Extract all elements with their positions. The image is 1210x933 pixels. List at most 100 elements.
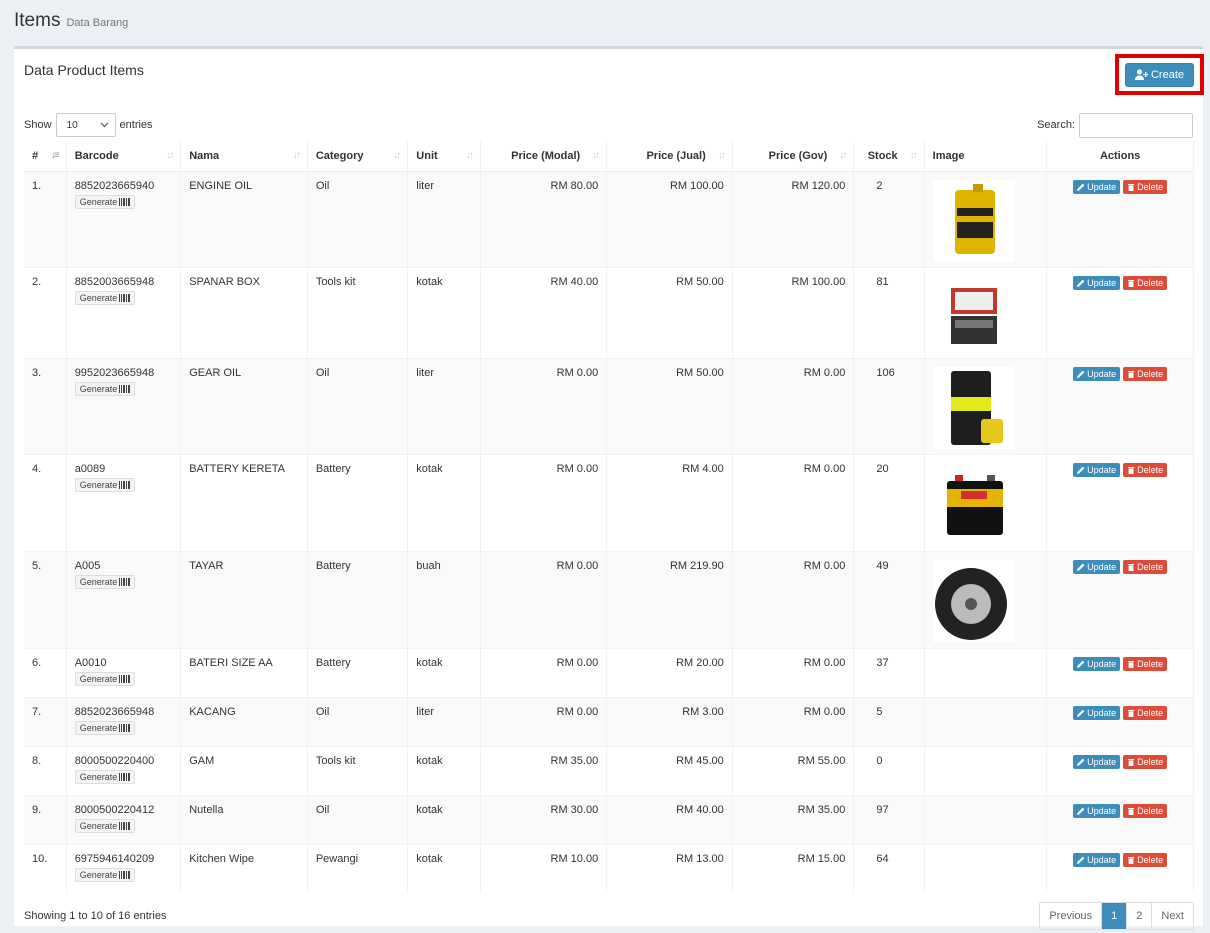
update-button[interactable]: Update xyxy=(1073,366,1121,381)
table-row: 3. 9952023665948 Generate GEAR OIL Oil liter R… xyxy=(24,357,1194,454)
cell-price-jual: RM 50.00 xyxy=(606,266,733,358)
cell-actions: Update Delete xyxy=(1046,696,1194,746)
cell-nama: Kitchen Wipe xyxy=(180,843,308,893)
trash-icon xyxy=(1128,807,1135,815)
barcode-icon xyxy=(119,577,131,586)
items-table: # ↓≡ Barcode ↓↑ Nama ↓↑ Category ↓↑ Unit ↓↑ P… xyxy=(24,141,1194,893)
delete-label: Delete xyxy=(1137,805,1164,816)
cell-image xyxy=(924,357,1048,454)
cell-nama: ENGINE OIL xyxy=(180,170,308,267)
cell-price-gov: RM 0.00 xyxy=(732,550,855,648)
search-input[interactable] xyxy=(1079,112,1193,138)
barcode-value: 8852023665948 xyxy=(74,705,155,718)
sort-icon: ↓↑ xyxy=(465,150,474,161)
generate-barcode-button[interactable]: Generate xyxy=(74,194,136,209)
generate-barcode-button[interactable]: Generate xyxy=(74,290,136,305)
delete-button[interactable]: Delete xyxy=(1123,803,1168,818)
pencil-icon xyxy=(1077,856,1085,864)
page-next[interactable]: Next xyxy=(1151,903,1193,929)
delete-button[interactable]: Delete xyxy=(1123,559,1168,574)
col-no[interactable]: # ↓≡ xyxy=(24,141,67,172)
generate-label: Generate xyxy=(79,820,118,831)
barcode-icon xyxy=(119,870,131,879)
generate-barcode-button[interactable]: Generate xyxy=(74,671,136,686)
trash-icon xyxy=(1128,279,1135,287)
cell-category: Battery xyxy=(307,453,409,551)
delete-button[interactable]: Delete xyxy=(1123,754,1168,769)
delete-label: Delete xyxy=(1137,561,1164,572)
cell-stock: 106 xyxy=(853,357,925,454)
cell-image xyxy=(924,696,1048,746)
col-category[interactable]: Category ↓↑ xyxy=(307,141,409,172)
update-button[interactable]: Update xyxy=(1073,275,1121,290)
pencil-icon xyxy=(1077,660,1085,668)
search-group: Search: xyxy=(1037,112,1193,138)
pencil-icon xyxy=(1077,183,1085,191)
update-button[interactable]: Update xyxy=(1073,179,1121,194)
update-button[interactable]: Update xyxy=(1073,754,1121,769)
col-nama[interactable]: Nama ↓↑ xyxy=(180,141,308,172)
cell-price-gov: RM 15.00 xyxy=(732,843,855,893)
cell-no: 4. xyxy=(24,453,67,551)
delete-button[interactable]: Delete xyxy=(1123,275,1168,290)
update-button[interactable]: Update xyxy=(1073,803,1121,818)
cell-price-modal: RM 0.00 xyxy=(480,696,608,746)
sort-icon: ↓↑ xyxy=(166,150,174,161)
delete-button[interactable]: Delete xyxy=(1123,852,1168,867)
page-1[interactable]: 1 xyxy=(1101,903,1127,929)
col-price-gov[interactable]: Price (Gov) ↓↑ xyxy=(732,141,855,172)
page-previous[interactable]: Previous xyxy=(1040,903,1101,929)
col-stock[interactable]: Stock ↓↑ xyxy=(853,141,925,172)
cell-price-jual: RM 3.00 xyxy=(606,696,733,746)
cell-price-jual: RM 40.00 xyxy=(606,794,733,844)
generate-barcode-button[interactable]: Generate xyxy=(74,574,136,589)
entries-select[interactable]: 10 xyxy=(55,113,116,137)
cell-actions: Update Delete xyxy=(1046,745,1194,795)
delete-label: Delete xyxy=(1137,464,1164,475)
barcode-icon xyxy=(119,197,131,206)
sort-icon: ↓↑ xyxy=(909,150,918,161)
generate-barcode-button[interactable]: Generate xyxy=(74,477,136,492)
cell-nama: TAYAR xyxy=(180,550,308,648)
cell-no: 8. xyxy=(24,745,67,795)
cell-image xyxy=(924,170,1048,267)
cell-barcode: 8852003665948 Generate xyxy=(66,266,182,358)
generate-barcode-button[interactable]: Generate xyxy=(74,381,136,396)
delete-button[interactable]: Delete xyxy=(1123,366,1168,381)
delete-button[interactable]: Delete xyxy=(1123,656,1168,671)
delete-label: Delete xyxy=(1137,181,1164,192)
generate-barcode-button[interactable]: Generate xyxy=(74,867,136,882)
update-button[interactable]: Update xyxy=(1073,852,1121,867)
trash-icon xyxy=(1128,856,1135,864)
cell-price-modal: RM 10.00 xyxy=(480,843,608,893)
delete-button[interactable]: Delete xyxy=(1123,179,1168,194)
update-button[interactable]: Update xyxy=(1073,705,1121,720)
delete-button[interactable]: Delete xyxy=(1123,705,1168,720)
delete-label: Delete xyxy=(1137,854,1164,865)
col-price-jual[interactable]: Price (Jual) ↓↑ xyxy=(606,141,733,172)
generate-barcode-button[interactable]: Generate xyxy=(74,769,136,784)
update-button[interactable]: Update xyxy=(1073,656,1121,671)
page-2[interactable]: 2 xyxy=(1126,903,1151,929)
col-unit[interactable]: Unit ↓↑ xyxy=(407,141,481,172)
create-button[interactable]: Create xyxy=(1124,62,1195,87)
table-row: 5. A005 Generate TAYAR Battery buah RM 0.00 RM … xyxy=(24,550,1194,648)
cell-price-modal: RM 35.00 xyxy=(480,745,608,795)
col-price-modal[interactable]: Price (Modal) ↓↑ xyxy=(480,141,608,172)
table-row: 2. 8852003665948 Generate SPANAR BOX Tools k… xyxy=(24,266,1194,358)
delete-button[interactable]: Delete xyxy=(1123,462,1168,477)
cell-barcode: 8000500220412 Generate xyxy=(66,794,182,844)
cell-nama: BATERI SIZE AA xyxy=(180,647,308,697)
update-label: Update xyxy=(1087,658,1117,669)
delete-label: Delete xyxy=(1137,707,1164,718)
box-header: Data Product Items xyxy=(14,49,1203,91)
table-row: 10. 6975946140209 Generate Kitchen Wipe Pewa… xyxy=(24,843,1194,893)
cell-image xyxy=(924,550,1048,648)
generate-barcode-button[interactable]: Generate xyxy=(74,818,136,833)
update-button[interactable]: Update xyxy=(1073,559,1121,574)
cell-no: 6. xyxy=(24,647,67,697)
col-barcode[interactable]: Barcode ↓↑ xyxy=(66,141,182,172)
update-button[interactable]: Update xyxy=(1073,462,1121,477)
generate-barcode-button[interactable]: Generate xyxy=(74,720,136,735)
generate-label: Generate xyxy=(79,576,118,587)
